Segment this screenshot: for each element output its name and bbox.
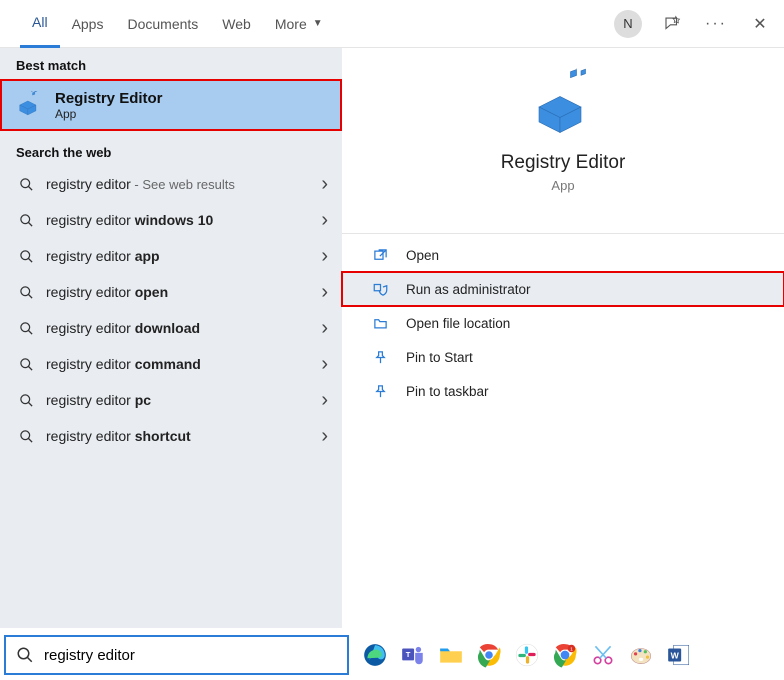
- pin-start-icon: [372, 349, 388, 365]
- chevron-right-icon: ›: [321, 317, 332, 340]
- search-icon: [18, 212, 34, 228]
- web-result-text: registry editor shortcut: [46, 428, 309, 444]
- action-pin-to-taskbar[interactable]: Pin to taskbar: [342, 374, 784, 408]
- tabbar-right-controls: N ··· ✕: [614, 10, 774, 38]
- chevron-right-icon: ›: [321, 173, 332, 196]
- taskbar-edge-icon[interactable]: [359, 639, 391, 671]
- taskbar-row: T 1 W: [0, 630, 784, 680]
- web-result-text: registry editor command: [46, 356, 309, 372]
- taskbar-chrome-canary-icon[interactable]: 1: [549, 639, 581, 671]
- close-button[interactable]: ✕: [746, 10, 774, 38]
- search-icon: [18, 392, 34, 408]
- preview-header: Registry Editor App: [342, 68, 784, 213]
- taskbar-file-explorer-icon[interactable]: [435, 639, 467, 671]
- tab-more-label: More: [275, 16, 307, 32]
- feedback-icon[interactable]: [658, 10, 686, 38]
- tab-more[interactable]: More ▼: [263, 0, 335, 48]
- web-result-text: registry editor - See web results: [46, 176, 309, 192]
- taskbar-slack-icon[interactable]: [511, 639, 543, 671]
- web-result-item[interactable]: registry editor pc ›: [0, 382, 342, 418]
- web-result-item[interactable]: registry editor command ›: [0, 346, 342, 382]
- chevron-right-icon: ›: [321, 281, 332, 304]
- chevron-right-icon: ›: [321, 353, 332, 376]
- preview-title: Registry Editor: [501, 152, 626, 174]
- svg-text:T: T: [406, 650, 411, 659]
- results-left-column: Best match Registry Editor App: [0, 48, 342, 628]
- search-tabs-bar: All Apps Documents Web More ▼ N ··· ✕: [0, 0, 784, 48]
- chevron-right-icon: ›: [321, 425, 332, 448]
- web-result-item[interactable]: registry editor app ›: [0, 238, 342, 274]
- chevron-right-icon: ›: [321, 245, 332, 268]
- search-web-header: Search the web: [0, 135, 342, 166]
- action-pin-start-label: Pin to Start: [406, 350, 473, 365]
- more-options-icon[interactable]: ···: [702, 10, 730, 38]
- open-icon: [372, 247, 388, 263]
- web-results-list: registry editor - See web results›regist…: [0, 166, 342, 454]
- taskbar-chrome-icon[interactable]: [473, 639, 505, 671]
- web-result-item[interactable]: registry editor windows 10 ›: [0, 202, 342, 238]
- tab-apps[interactable]: Apps: [60, 0, 116, 48]
- best-match-result[interactable]: Registry Editor App: [0, 79, 342, 131]
- action-open-file-location[interactable]: Open file location: [342, 306, 784, 340]
- action-run-admin-label: Run as administrator: [406, 282, 531, 297]
- search-icon: [18, 176, 34, 192]
- action-open-label: Open: [406, 248, 439, 263]
- web-result-item[interactable]: registry editor open ›: [0, 274, 342, 310]
- web-result-text: registry editor download: [46, 320, 309, 336]
- web-result-item[interactable]: registry editor - See web results ›: [0, 166, 342, 202]
- chevron-right-icon: ›: [321, 209, 332, 232]
- tabs-group: All Apps Documents Web More ▼: [20, 0, 335, 48]
- registry-editor-large-icon: [527, 68, 599, 140]
- web-result-text: registry editor app: [46, 248, 309, 264]
- search-icon: [18, 428, 34, 444]
- chevron-right-icon: ›: [321, 389, 332, 412]
- best-match-texts: Registry Editor App: [55, 90, 163, 121]
- web-result-text: registry editor pc: [46, 392, 309, 408]
- action-list: Open Run as administrator Open file loca…: [342, 238, 784, 408]
- search-icon: [16, 646, 34, 664]
- registry-editor-icon: [15, 91, 43, 119]
- folder-location-icon: [372, 315, 388, 331]
- taskbar-word-icon[interactable]: W: [663, 639, 695, 671]
- taskbar-teams-icon[interactable]: T: [397, 639, 429, 671]
- search-input[interactable]: [44, 647, 337, 664]
- best-match-title: Registry Editor: [55, 90, 163, 107]
- pin-taskbar-icon: [372, 383, 388, 399]
- taskbar-snip-icon[interactable]: [587, 639, 619, 671]
- action-file-loc-label: Open file location: [406, 316, 510, 331]
- svg-text:W: W: [671, 650, 680, 660]
- web-result-text: registry editor open: [46, 284, 309, 300]
- results-columns: Best match Registry Editor App: [0, 48, 784, 628]
- tab-documents[interactable]: Documents: [115, 0, 210, 48]
- taskbar-apps: T 1 W: [355, 639, 695, 671]
- taskbar-paint-icon[interactable]: [625, 639, 657, 671]
- search-icon: [18, 356, 34, 372]
- user-avatar[interactable]: N: [614, 10, 642, 38]
- divider: [342, 233, 784, 234]
- web-result-text: registry editor windows 10: [46, 212, 309, 228]
- preview-panel: Registry Editor App Open Run as administ…: [342, 48, 784, 628]
- action-pin-taskbar-label: Pin to taskbar: [406, 384, 489, 399]
- svg-text:1: 1: [570, 647, 573, 653]
- best-match-subtitle: App: [55, 107, 163, 121]
- web-result-item[interactable]: registry editor download ›: [0, 310, 342, 346]
- search-icon: [18, 248, 34, 264]
- tab-web[interactable]: Web: [210, 0, 263, 48]
- web-result-item[interactable]: registry editor shortcut ›: [0, 418, 342, 454]
- best-match-header: Best match: [0, 48, 342, 79]
- action-run-as-administrator[interactable]: Run as administrator: [342, 272, 784, 306]
- chevron-down-icon: ▼: [313, 18, 323, 29]
- action-pin-to-start[interactable]: Pin to Start: [342, 340, 784, 374]
- search-box[interactable]: [4, 635, 349, 675]
- tab-all[interactable]: All: [20, 0, 60, 48]
- action-open[interactable]: Open: [342, 238, 784, 272]
- search-icon: [18, 284, 34, 300]
- search-icon: [18, 320, 34, 336]
- shield-admin-icon: [372, 281, 388, 297]
- preview-subtitle: App: [551, 178, 574, 193]
